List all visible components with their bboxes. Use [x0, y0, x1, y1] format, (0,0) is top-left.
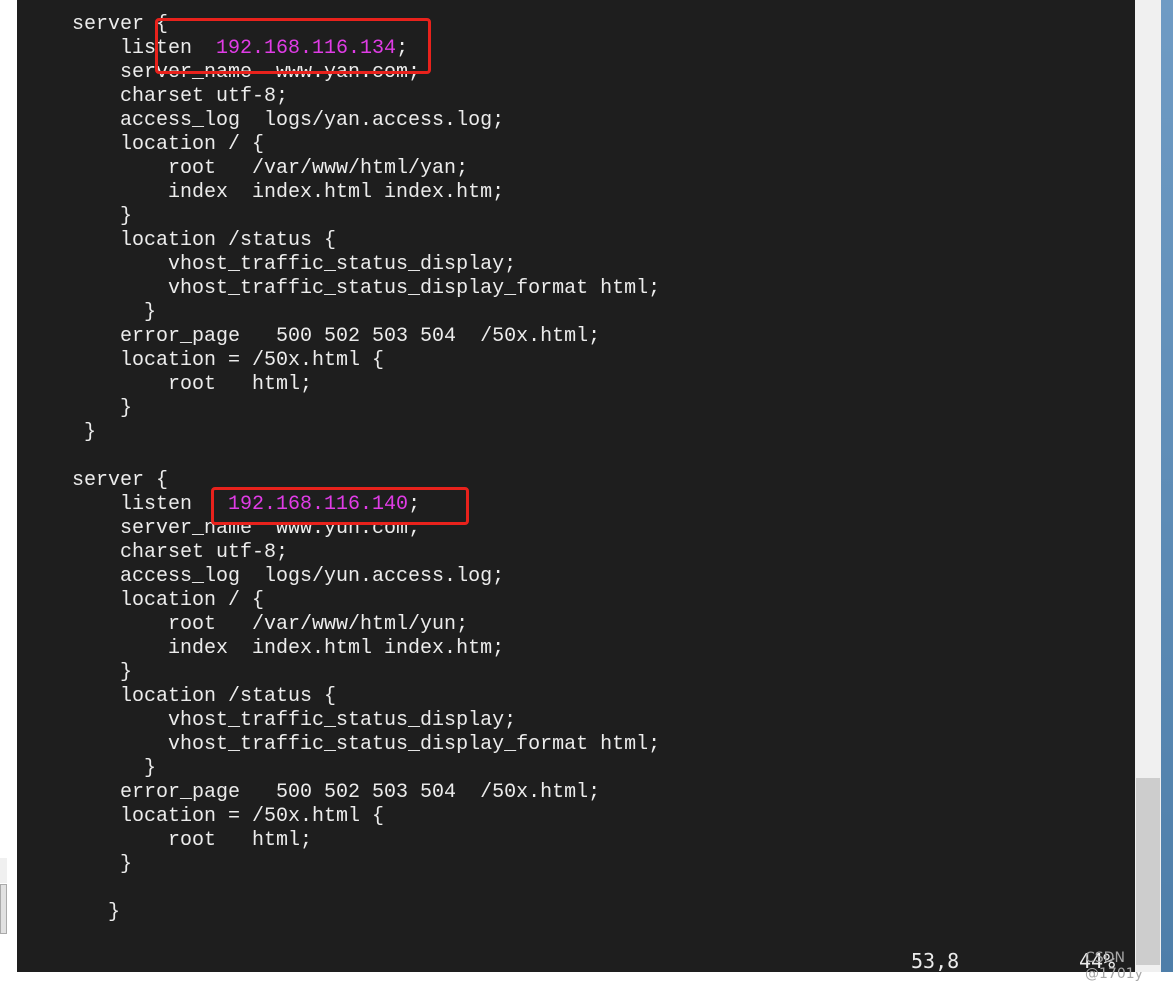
code-line: index index.html index.htm;: [72, 637, 660, 661]
code-line: }: [72, 853, 660, 877]
code-line: error_page 500 502 503 504 /50x.html;: [72, 325, 660, 349]
annotation-box-second-listen: [211, 487, 469, 525]
code-line: }: [72, 397, 660, 421]
code-line: charset utf-8;: [72, 541, 660, 565]
code-text: vhost_traffic_status_display_format html…: [72, 277, 661, 300]
code-text: }: [72, 301, 157, 324]
code-text: charset utf-8;: [72, 541, 289, 564]
code-line: vhost_traffic_status_display_format html…: [72, 733, 660, 757]
code-text: index index.html index.htm;: [72, 181, 505, 204]
code-line: location = /50x.html {: [72, 349, 660, 373]
code-text: location / {: [72, 133, 265, 156]
code-line: access_log logs/yun.access.log;: [72, 565, 660, 589]
scrollbar-thumb[interactable]: [1136, 778, 1160, 965]
code-line: location / {: [72, 589, 660, 613]
code-text: vhost_traffic_status_display_format html…: [72, 733, 661, 756]
desktop-background: [1161, 0, 1173, 972]
left-panel-fragment: [0, 858, 7, 883]
code-text: root /var/www/html/yan;: [72, 157, 469, 180]
code-line: error_page 500 502 503 504 /50x.html;: [72, 781, 660, 805]
code-text: }: [72, 853, 133, 876]
code-line: }: [72, 901, 660, 925]
code-text: location / {: [72, 589, 265, 612]
left-panel-button-fragment: [0, 884, 7, 934]
left-window-edge: [0, 0, 18, 972]
code-text: }: [72, 901, 121, 924]
code-text: }: [72, 205, 133, 228]
code-text: }: [72, 661, 133, 684]
terminal-editor[interactable]: server { listen 192.168.116.134; server_…: [17, 0, 1143, 982]
code-line: access_log logs/yan.access.log;: [72, 109, 660, 133]
code-line: }: [72, 301, 660, 325]
code-line: location /status {: [72, 229, 660, 253]
code-line: }: [72, 205, 660, 229]
code-line: root html;: [72, 829, 660, 853]
annotation-box-first-listen: [155, 18, 431, 74]
code-text: server {: [72, 469, 169, 492]
code-line: root html;: [72, 373, 660, 397]
code-text: vhost_traffic_status_display;: [72, 709, 517, 732]
code-line: index index.html index.htm;: [72, 181, 660, 205]
code-text: root /var/www/html/yun;: [72, 613, 469, 636]
code-line: }: [72, 661, 660, 685]
code-line: location / {: [72, 133, 660, 157]
code-text: root html;: [72, 373, 313, 396]
vertical-scrollbar[interactable]: [1135, 0, 1161, 972]
cursor-position: 53,8: [911, 949, 960, 973]
code-line: location = /50x.html {: [72, 805, 660, 829]
code-text: error_page 500 502 503 504 /50x.html;: [72, 325, 601, 348]
code-line: }: [72, 757, 660, 781]
code-text: vhost_traffic_status_display;: [72, 253, 517, 276]
code-line: vhost_traffic_status_display_format html…: [72, 277, 660, 301]
code-line: charset utf-8;: [72, 85, 660, 109]
code-line: vhost_traffic_status_display;: [72, 253, 660, 277]
code-text: access_log logs/yan.access.log;: [72, 109, 505, 132]
code-text: location = /50x.html {: [72, 805, 385, 828]
code-text: access_log logs/yun.access.log;: [72, 565, 505, 588]
code-text: server {: [72, 13, 169, 36]
code-line: vhost_traffic_status_display;: [72, 709, 660, 733]
code-text: charset utf-8;: [72, 85, 289, 108]
code-line: location /status {: [72, 685, 660, 709]
code-line: root /var/www/html/yun;: [72, 613, 660, 637]
code-line: }: [72, 421, 660, 445]
code-text: listen: [72, 493, 229, 516]
code-text: index index.html index.htm;: [72, 637, 505, 660]
code-text: }: [72, 421, 97, 444]
code-text: root html;: [72, 829, 313, 852]
nginx-config-text[interactable]: server { listen 192.168.116.134; server_…: [72, 13, 660, 925]
code-text: error_page 500 502 503 504 /50x.html;: [72, 781, 601, 804]
code-text: }: [72, 757, 157, 780]
code-text: }: [72, 397, 133, 420]
code-text: location /status {: [72, 685, 337, 708]
code-line: root /var/www/html/yan;: [72, 157, 660, 181]
code-text: location = /50x.html {: [72, 349, 385, 372]
code-text: location /status {: [72, 229, 337, 252]
